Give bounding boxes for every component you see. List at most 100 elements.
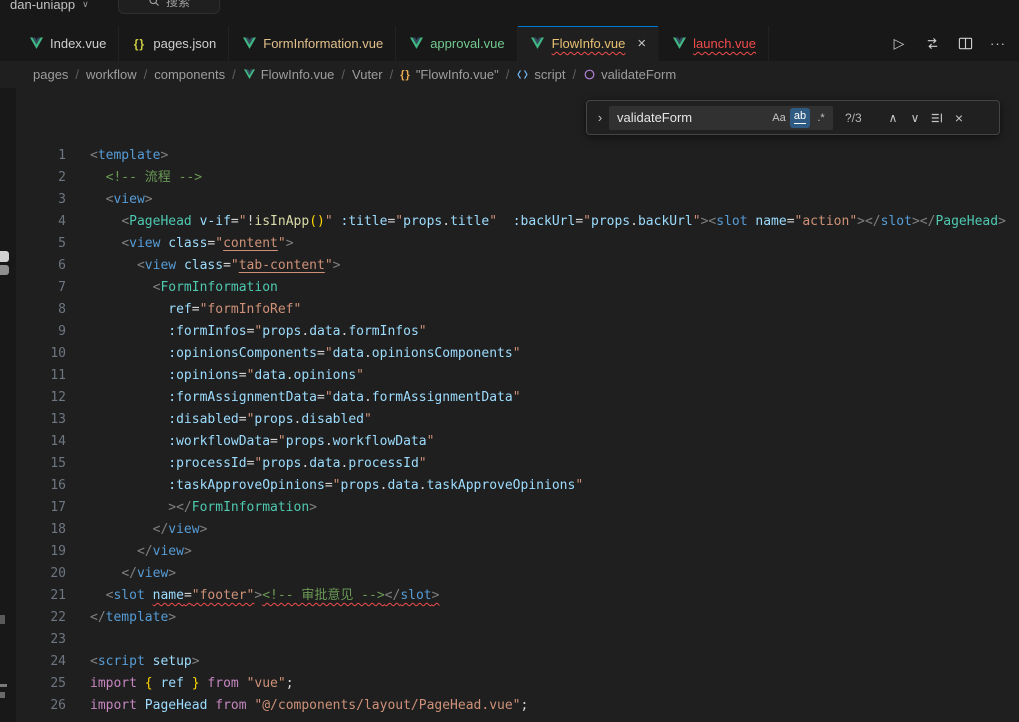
breadcrumb-label: FlowInfo.vue bbox=[261, 67, 335, 82]
breadcrumb-separator: / bbox=[572, 67, 576, 82]
whole-word-button[interactable]: ab bbox=[790, 108, 810, 128]
sidebar-fragment bbox=[0, 684, 7, 687]
editor-pane[interactable]: › Aa ab .* ?/3 ∧ ∨ × 1<template>2 <!-- 流… bbox=[0, 88, 1019, 722]
breadcrumb-separator: / bbox=[506, 67, 510, 82]
line-text: <view class="tab-content"> bbox=[66, 255, 340, 277]
code-line-11[interactable]: 11 :opinions="data.opinions" bbox=[0, 365, 1019, 387]
code-line-26[interactable]: 26import PageHead from "@/components/lay… bbox=[0, 695, 1019, 717]
line-text: import PageHead from "@/components/layou… bbox=[66, 695, 528, 717]
regex-button[interactable]: .* bbox=[811, 108, 831, 128]
tab-pages-json[interactable]: {}pages.json bbox=[119, 26, 229, 61]
breadcrumb-components[interactable]: components bbox=[154, 67, 225, 82]
line-text: :workflowData="props.workflowData" bbox=[66, 431, 434, 453]
line-text: </view> bbox=[66, 563, 176, 585]
tab-launch-vue[interactable]: launch.vue bbox=[659, 26, 769, 61]
breadcrumb-flowinfo-vue[interactable]: {}"FlowInfo.vue" bbox=[400, 67, 499, 82]
tab-index-vue[interactable]: Index.vue bbox=[16, 26, 119, 61]
code-line-12[interactable]: 12 :formAssignmentData="data.formAssignm… bbox=[0, 387, 1019, 409]
code-line-25[interactable]: 25import { ref } from "vue"; bbox=[0, 673, 1019, 695]
run-button[interactable]: ▷ bbox=[890, 35, 908, 53]
line-text: </view> bbox=[66, 541, 192, 563]
tab-label: FlowInfo.vue bbox=[552, 36, 626, 51]
code-line-1[interactable]: 1<template> bbox=[0, 145, 1019, 167]
line-text: </view> bbox=[66, 519, 207, 541]
code-line-9[interactable]: 9 :formInfos="props.data.formInfos" bbox=[0, 321, 1019, 343]
open-changes-button[interactable] bbox=[923, 35, 941, 53]
code-line-16[interactable]: 16 :taskApproveOpinions="props.data.task… bbox=[0, 475, 1019, 497]
code-line-7[interactable]: 7 <FormInformation bbox=[0, 277, 1019, 299]
breadcrumb-separator: / bbox=[341, 67, 345, 82]
title-bar: dan-uniapp ∨ 搜索 bbox=[0, 0, 1019, 26]
code-line-18[interactable]: 18 </view> bbox=[0, 519, 1019, 541]
code-line-14[interactable]: 14 :workflowData="props.workflowData" bbox=[0, 431, 1019, 453]
tab-forminformation-vue[interactable]: FormInformation.vue bbox=[229, 26, 396, 61]
tab-label: approval.vue bbox=[430, 36, 504, 51]
code-line-3[interactable]: 3 <view> bbox=[0, 189, 1019, 211]
find-in-selection-button[interactable] bbox=[926, 107, 948, 129]
find-input[interactable] bbox=[609, 110, 768, 125]
line-text: :formAssignmentData="data.formAssignment… bbox=[66, 387, 521, 409]
breadcrumb-label: pages bbox=[33, 67, 68, 82]
breadcrumb-workflow[interactable]: workflow bbox=[86, 67, 137, 82]
code-line-5[interactable]: 5 <view class="content"> bbox=[0, 233, 1019, 255]
sidebar-sliver bbox=[0, 88, 16, 722]
breadcrumb-separator: / bbox=[75, 67, 79, 82]
close-tab-icon[interactable]: × bbox=[637, 36, 646, 51]
code-line-17[interactable]: 17 ></FormInformation> bbox=[0, 497, 1019, 519]
whole-word-label: ab bbox=[794, 111, 806, 124]
code-line-2[interactable]: 2 <!-- 流程 --> bbox=[0, 167, 1019, 189]
breadcrumb-label: "FlowInfo.vue" bbox=[416, 67, 499, 82]
line-text: </template> bbox=[66, 607, 176, 629]
line-text: :taskApproveOpinions="props.data.taskApp… bbox=[66, 475, 583, 497]
line-text: :opinions="data.opinions" bbox=[66, 365, 364, 387]
code-line-19[interactable]: 19 </view> bbox=[0, 541, 1019, 563]
global-search-box[interactable]: 搜索 bbox=[118, 0, 220, 14]
breadcrumb-vuter[interactable]: Vuter bbox=[352, 67, 383, 82]
code-line-10[interactable]: 10 :opinionsComponents="data.opinionsCom… bbox=[0, 343, 1019, 365]
split-editor-button[interactable] bbox=[956, 35, 974, 53]
close-find-button[interactable]: × bbox=[948, 107, 970, 129]
line-text: :formInfos="props.data.formInfos" bbox=[66, 321, 427, 343]
code-line-24[interactable]: 24<script setup> bbox=[0, 651, 1019, 673]
more-actions-button[interactable]: ··· bbox=[989, 35, 1007, 53]
code-line-22[interactable]: 22</template> bbox=[0, 607, 1019, 629]
code-line-21[interactable]: 21 <slot name="footer"><!-- 审批意见 --></sl… bbox=[0, 585, 1019, 607]
search-label: 搜索 bbox=[166, 0, 190, 10]
breadcrumb-flowinfo-vue[interactable]: FlowInfo.vue bbox=[243, 67, 335, 82]
code-area[interactable]: 1<template>2 <!-- 流程 -->3 <view>4 <PageH… bbox=[0, 145, 1019, 717]
sidebar-fragment bbox=[0, 265, 9, 275]
tab-flowinfo-vue[interactable]: FlowInfo.vue × bbox=[518, 26, 659, 61]
previous-match-button[interactable]: ∧ bbox=[882, 107, 904, 129]
code-line-6[interactable]: 6 <view class="tab-content"> bbox=[0, 255, 1019, 277]
toggle-replace-button[interactable]: › bbox=[591, 101, 609, 134]
editor-actions: ▷ ··· bbox=[878, 26, 1019, 61]
code-line-13[interactable]: 13 :disabled="props.disabled" bbox=[0, 409, 1019, 431]
breadcrumb-pages[interactable]: pages bbox=[33, 67, 68, 82]
tab-approval-vue[interactable]: approval.vue bbox=[396, 26, 517, 61]
code-icon bbox=[516, 68, 529, 81]
find-widget: › Aa ab .* ?/3 ∧ ∨ × bbox=[586, 100, 1000, 135]
line-text bbox=[66, 629, 90, 651]
breadcrumb-script[interactable]: script bbox=[516, 67, 565, 82]
breadcrumb: pages / workflow / components / FlowInfo.vue / V… bbox=[0, 61, 1019, 88]
breadcrumb-separator: / bbox=[144, 67, 148, 82]
line-text: <template> bbox=[66, 145, 168, 167]
breadcrumb-label: validateForm bbox=[601, 67, 676, 82]
code-line-4[interactable]: 4 <PageHead v-if="!isInApp()" :title="pr… bbox=[0, 211, 1019, 233]
tab-label: Index.vue bbox=[50, 36, 106, 51]
tab-bar: Index.vue {}pages.json FormInformation.vue… bbox=[0, 26, 1019, 61]
match-case-button[interactable]: Aa bbox=[769, 108, 789, 128]
line-text: <!-- 流程 --> bbox=[66, 167, 202, 189]
code-line-15[interactable]: 15 :processId="props.data.processId" bbox=[0, 453, 1019, 475]
code-line-8[interactable]: 8 ref="formInfoRef" bbox=[0, 299, 1019, 321]
line-text: <PageHead v-if="!isInApp()" :title="prop… bbox=[66, 211, 1006, 233]
method-icon bbox=[583, 68, 596, 81]
breadcrumb-validateform[interactable]: validateForm bbox=[583, 67, 676, 82]
next-match-button[interactable]: ∨ bbox=[904, 107, 926, 129]
line-text: ref="formInfoRef" bbox=[66, 299, 301, 321]
code-line-20[interactable]: 20 </view> bbox=[0, 563, 1019, 585]
line-text: <slot name="footer"><!-- 审批意见 --></slot> bbox=[66, 585, 439, 607]
code-line-23[interactable]: 23 bbox=[0, 629, 1019, 651]
workspace-menu[interactable]: dan-uniapp ∨ bbox=[10, 0, 89, 15]
tab-label: FormInformation.vue bbox=[263, 36, 383, 51]
